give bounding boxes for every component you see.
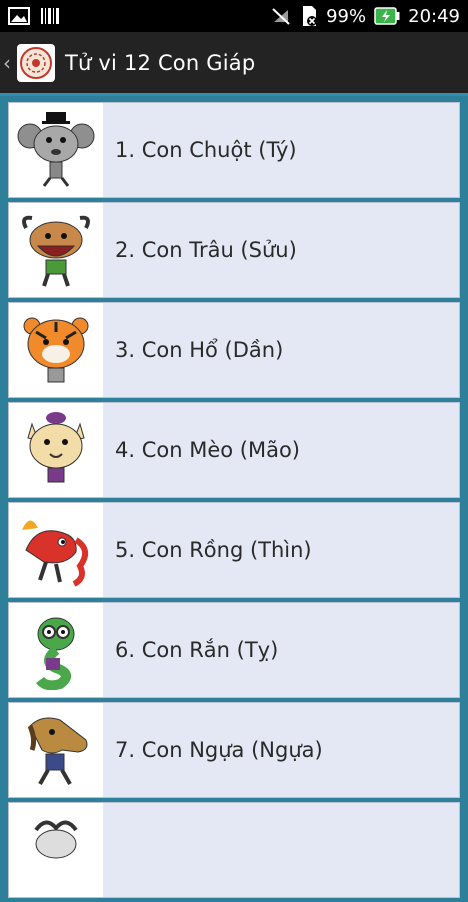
list-item-label: 3. Con Hổ (Dần) [115, 338, 284, 362]
list-item[interactable]: 6. Con Rắn (Tỵ) [8, 602, 460, 698]
image-icon [8, 7, 30, 25]
clock: 20:49 [408, 5, 460, 27]
mute-icon [270, 6, 292, 26]
list-item[interactable] [8, 802, 460, 898]
battery-percent: 99% [326, 5, 367, 27]
list-item-label: 7. Con Ngựa (Ngựa) [115, 738, 323, 762]
ox-cartoon-icon [9, 203, 103, 297]
rat-cartoon-icon [9, 103, 103, 197]
dragon-cartoon-icon [9, 503, 103, 597]
snake-cartoon-icon [9, 603, 103, 697]
list-item[interactable]: 3. Con Hổ (Dần) [8, 302, 460, 398]
list-item[interactable]: 7. Con Ngựa (Ngựa) [8, 702, 460, 798]
sdcard-icon [300, 5, 318, 27]
list-item[interactable]: 2. Con Trâu (Sửu) [8, 202, 460, 298]
barcode-icon [40, 7, 60, 25]
list-item-label: 5. Con Rồng (Thìn) [115, 538, 312, 562]
chevron-left-icon[interactable]: ‹ [3, 51, 15, 75]
list-item[interactable]: 1. Con Chuột (Tý) [8, 102, 460, 198]
list-item[interactable]: 4. Con Mèo (Mão) [8, 402, 460, 498]
horse-cartoon-icon [9, 703, 103, 797]
status-bar: 99% 20:49 [0, 0, 468, 32]
tiger-cartoon-icon [9, 303, 103, 397]
zodiac-wheel-icon[interactable] [17, 43, 55, 82]
page-title: Tử vi 12 Con Giáp [65, 50, 256, 75]
list-item-label: 2. Con Trâu (Sửu) [115, 238, 297, 262]
list-item-label: 4. Con Mèo (Mão) [115, 438, 300, 462]
zodiac-list: 1. Con Chuột (Tý) 2. Con Trâu (Sửu) 3. C… [8, 102, 460, 902]
list-item-label: 6. Con Rắn (Tỵ) [115, 638, 279, 662]
action-bar: ‹ Tử vi 12 Con Giáp [0, 32, 468, 96]
list-item-label: 1. Con Chuột (Tý) [115, 138, 297, 162]
battery-charging-icon [374, 7, 400, 25]
list-item[interactable]: 5. Con Rồng (Thìn) [8, 502, 460, 598]
cat-cartoon-icon [9, 403, 103, 497]
goat-cartoon-icon [9, 803, 103, 897]
